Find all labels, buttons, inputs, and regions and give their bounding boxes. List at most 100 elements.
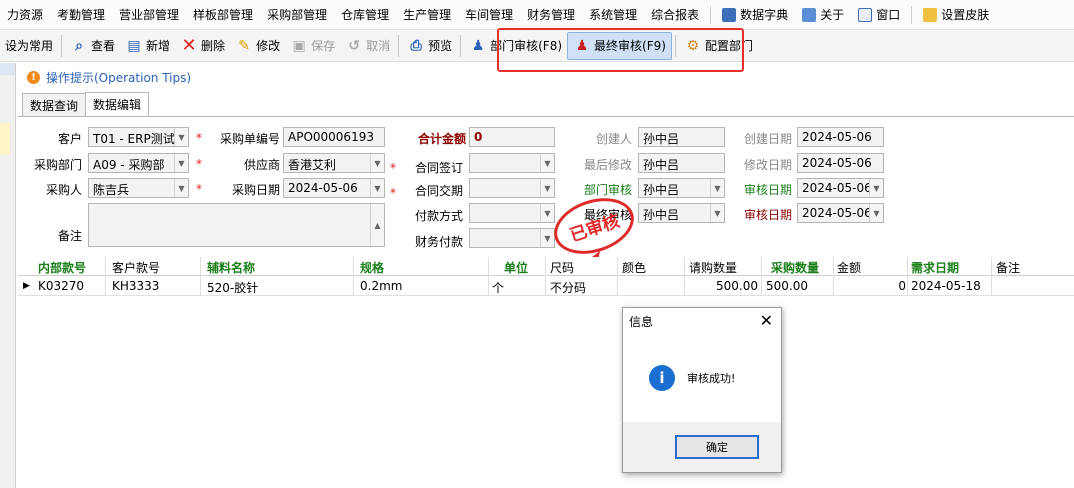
audit-date2-picker[interactable]: 2024-05-06 ▼ — [797, 203, 884, 223]
menu-purchase[interactable]: 采购部管理 — [260, 0, 334, 29]
creator-field[interactable]: 孙中吕 — [638, 127, 725, 147]
cancel-button[interactable]: ↺ 取消 — [340, 32, 395, 60]
last-modify-field[interactable]: 孙中吕 — [638, 153, 725, 173]
menu-label: 系统管理 — [589, 8, 638, 22]
purchase-date-picker[interactable]: 2024-05-06 ▼ — [283, 178, 385, 198]
view-button[interactable]: ⌕ 查看 — [65, 32, 120, 60]
final-audit-value: 孙中吕 — [643, 208, 680, 222]
set-default-button[interactable]: 设为常用 — [0, 32, 58, 60]
buyer-select[interactable]: 陈吉兵 ▼ — [88, 178, 189, 198]
dictionary-icon — [722, 7, 737, 22]
menu-reports[interactable]: 综合报表 — [644, 0, 706, 29]
dept-select[interactable]: A09 - 采购部 ▼ — [88, 153, 189, 173]
about-icon — [802, 7, 817, 22]
dialog-titlebar: 信息 ✕ — [623, 308, 781, 334]
row-indicator-icon: ▶ — [23, 281, 30, 291]
menu-production[interactable]: 生产管理 — [396, 0, 458, 29]
column-header[interactable]: 金额 — [837, 259, 861, 276]
buyer-value: 陈吉兵 — [93, 183, 130, 197]
menu-finance[interactable]: 财务管理 — [520, 0, 582, 29]
dept-label: 采购部门 — [33, 158, 82, 172]
column-header[interactable]: 采购数量 — [771, 259, 819, 276]
menu-skin[interactable]: 设置皮肤 — [916, 0, 996, 29]
cell-size[interactable]: 不分码 — [550, 279, 586, 296]
close-icon[interactable]: ✕ — [760, 311, 773, 330]
modify-date-field[interactable]: 2024-05-06 — [797, 153, 884, 173]
edit-button[interactable]: ✎ 修改 — [230, 32, 285, 60]
create-date-field[interactable]: 2024-05-06 — [797, 127, 884, 147]
ok-button[interactable]: 确定 — [675, 435, 759, 459]
supplier-value: 香港艾利 — [288, 158, 337, 172]
final-audit-select[interactable]: 孙中吕 ▼ — [638, 203, 725, 223]
cell-request-qty[interactable]: 500.00 — [688, 279, 758, 293]
column-header[interactable]: 备注 — [996, 259, 1020, 276]
delete-button[interactable]: ✕ 删除 — [175, 32, 230, 60]
column-header[interactable]: 颜色 — [622, 259, 646, 276]
menu-workshop[interactable]: 车间管理 — [458, 0, 520, 29]
column-header[interactable]: 规格 — [360, 259, 384, 276]
menu-sales[interactable]: 营业部管理 — [112, 0, 186, 29]
menu-about[interactable]: 关于 — [795, 0, 851, 29]
modify-date-value: 2024-05-06 — [802, 156, 872, 170]
payment-method-select[interactable]: ▼ — [469, 203, 555, 223]
cell-spec[interactable]: 0.2mm — [360, 279, 402, 293]
menu-warehouse[interactable]: 仓库管理 — [334, 0, 396, 29]
column-header[interactable]: 需求日期 — [911, 259, 959, 276]
ok-label: 确定 — [706, 441, 728, 454]
cell-inner-code[interactable]: K03270 — [38, 279, 84, 293]
menu-hr[interactable]: 力资源 — [0, 0, 50, 29]
contract-sign-picker[interactable]: ▼ — [469, 153, 555, 173]
preview-button[interactable]: ⎙ 预览 — [402, 32, 457, 60]
add-button[interactable]: ▤ 新增 — [120, 32, 175, 60]
column-header[interactable]: 客户款号 — [112, 259, 160, 276]
menu-dictionary[interactable]: 数据字典 — [715, 0, 795, 29]
menu-separator — [710, 5, 712, 24]
menu-label: 力资源 — [7, 8, 44, 22]
remark-textarea[interactable]: ▲ — [88, 203, 385, 247]
creator-value: 孙中吕 — [643, 132, 680, 146]
menu-sample[interactable]: 样板部管理 — [186, 0, 260, 29]
table-row[interactable]: ▶ K03270 KH3333 520-胶针 0.2mm 个 不分码 500.0… — [18, 277, 1074, 296]
tips-label: 操作提示(Operation Tips) — [46, 71, 192, 85]
menu-system[interactable]: 系统管理 — [582, 0, 644, 29]
cell-purchase-qty[interactable]: 500.00 — [766, 279, 808, 293]
finance-pay-label: 财务付款 — [414, 235, 463, 249]
grid-header: 内部款号 客户款号 辅料名称 规格 单位 尺码 颜色 请购数量 采购数量 金额 … — [18, 257, 1074, 276]
column-header[interactable]: 单位 — [504, 259, 528, 276]
column-header[interactable]: 内部款号 — [38, 259, 86, 276]
print-preview-icon: ⎙ — [410, 37, 422, 54]
menu-attendance[interactable]: 考勤管理 — [50, 0, 112, 29]
supplier-label: 供应商 — [243, 158, 280, 172]
button-label: 修改 — [256, 39, 281, 53]
dialog-title: 信息 — [629, 314, 654, 329]
menu-label: 数据字典 — [740, 8, 789, 22]
order-no-field[interactable]: APO00006193 — [283, 127, 385, 147]
column-header[interactable]: 尺码 — [550, 259, 574, 276]
cell-unit[interactable]: 个 — [492, 279, 504, 296]
audit-date1-picker[interactable]: 2024-05-06 ▼ — [797, 178, 884, 198]
buyer-label: 采购人 — [45, 183, 82, 197]
contract-deliver-picker[interactable]: ▼ — [469, 178, 555, 198]
last-modify-label: 最后修改 — [583, 158, 632, 172]
menu-window[interactable]: 窗口 — [851, 0, 907, 29]
dept-audit-value: 孙中吕 — [643, 183, 680, 197]
delete-x-icon: ✕ — [181, 35, 197, 56]
dropdown-arrow-icon: ▼ — [869, 179, 883, 197]
menu-label: 设置皮肤 — [941, 8, 990, 22]
save-button[interactable]: ▣ 保存 — [285, 32, 340, 60]
cell-need-date[interactable]: 2024-05-18 — [911, 279, 981, 293]
dept-audit-select[interactable]: 孙中吕 ▼ — [638, 178, 725, 198]
total-field[interactable]: 0 — [469, 127, 555, 147]
supplier-select[interactable]: 香港艾利 ▼ — [283, 153, 385, 173]
tab-data-query[interactable]: 数据查询 — [22, 93, 87, 116]
column-header[interactable]: 请购数量 — [689, 259, 737, 276]
cell-material-name[interactable]: 520-胶针 — [207, 279, 258, 296]
cell-amount[interactable]: 0 — [836, 279, 906, 293]
customer-select[interactable]: T01 - ERP测试 ▼ — [88, 127, 189, 147]
cell-customer-code[interactable]: KH3333 — [112, 279, 159, 293]
tab-data-edit[interactable]: 数据编辑 — [85, 92, 150, 116]
column-header[interactable]: 辅料名称 — [207, 259, 255, 276]
button-label: 新增 — [146, 39, 171, 53]
create-date-value: 2024-05-06 — [802, 130, 872, 144]
operation-tips[interactable]: ! 操作提示(Operation Tips) — [27, 69, 191, 86]
